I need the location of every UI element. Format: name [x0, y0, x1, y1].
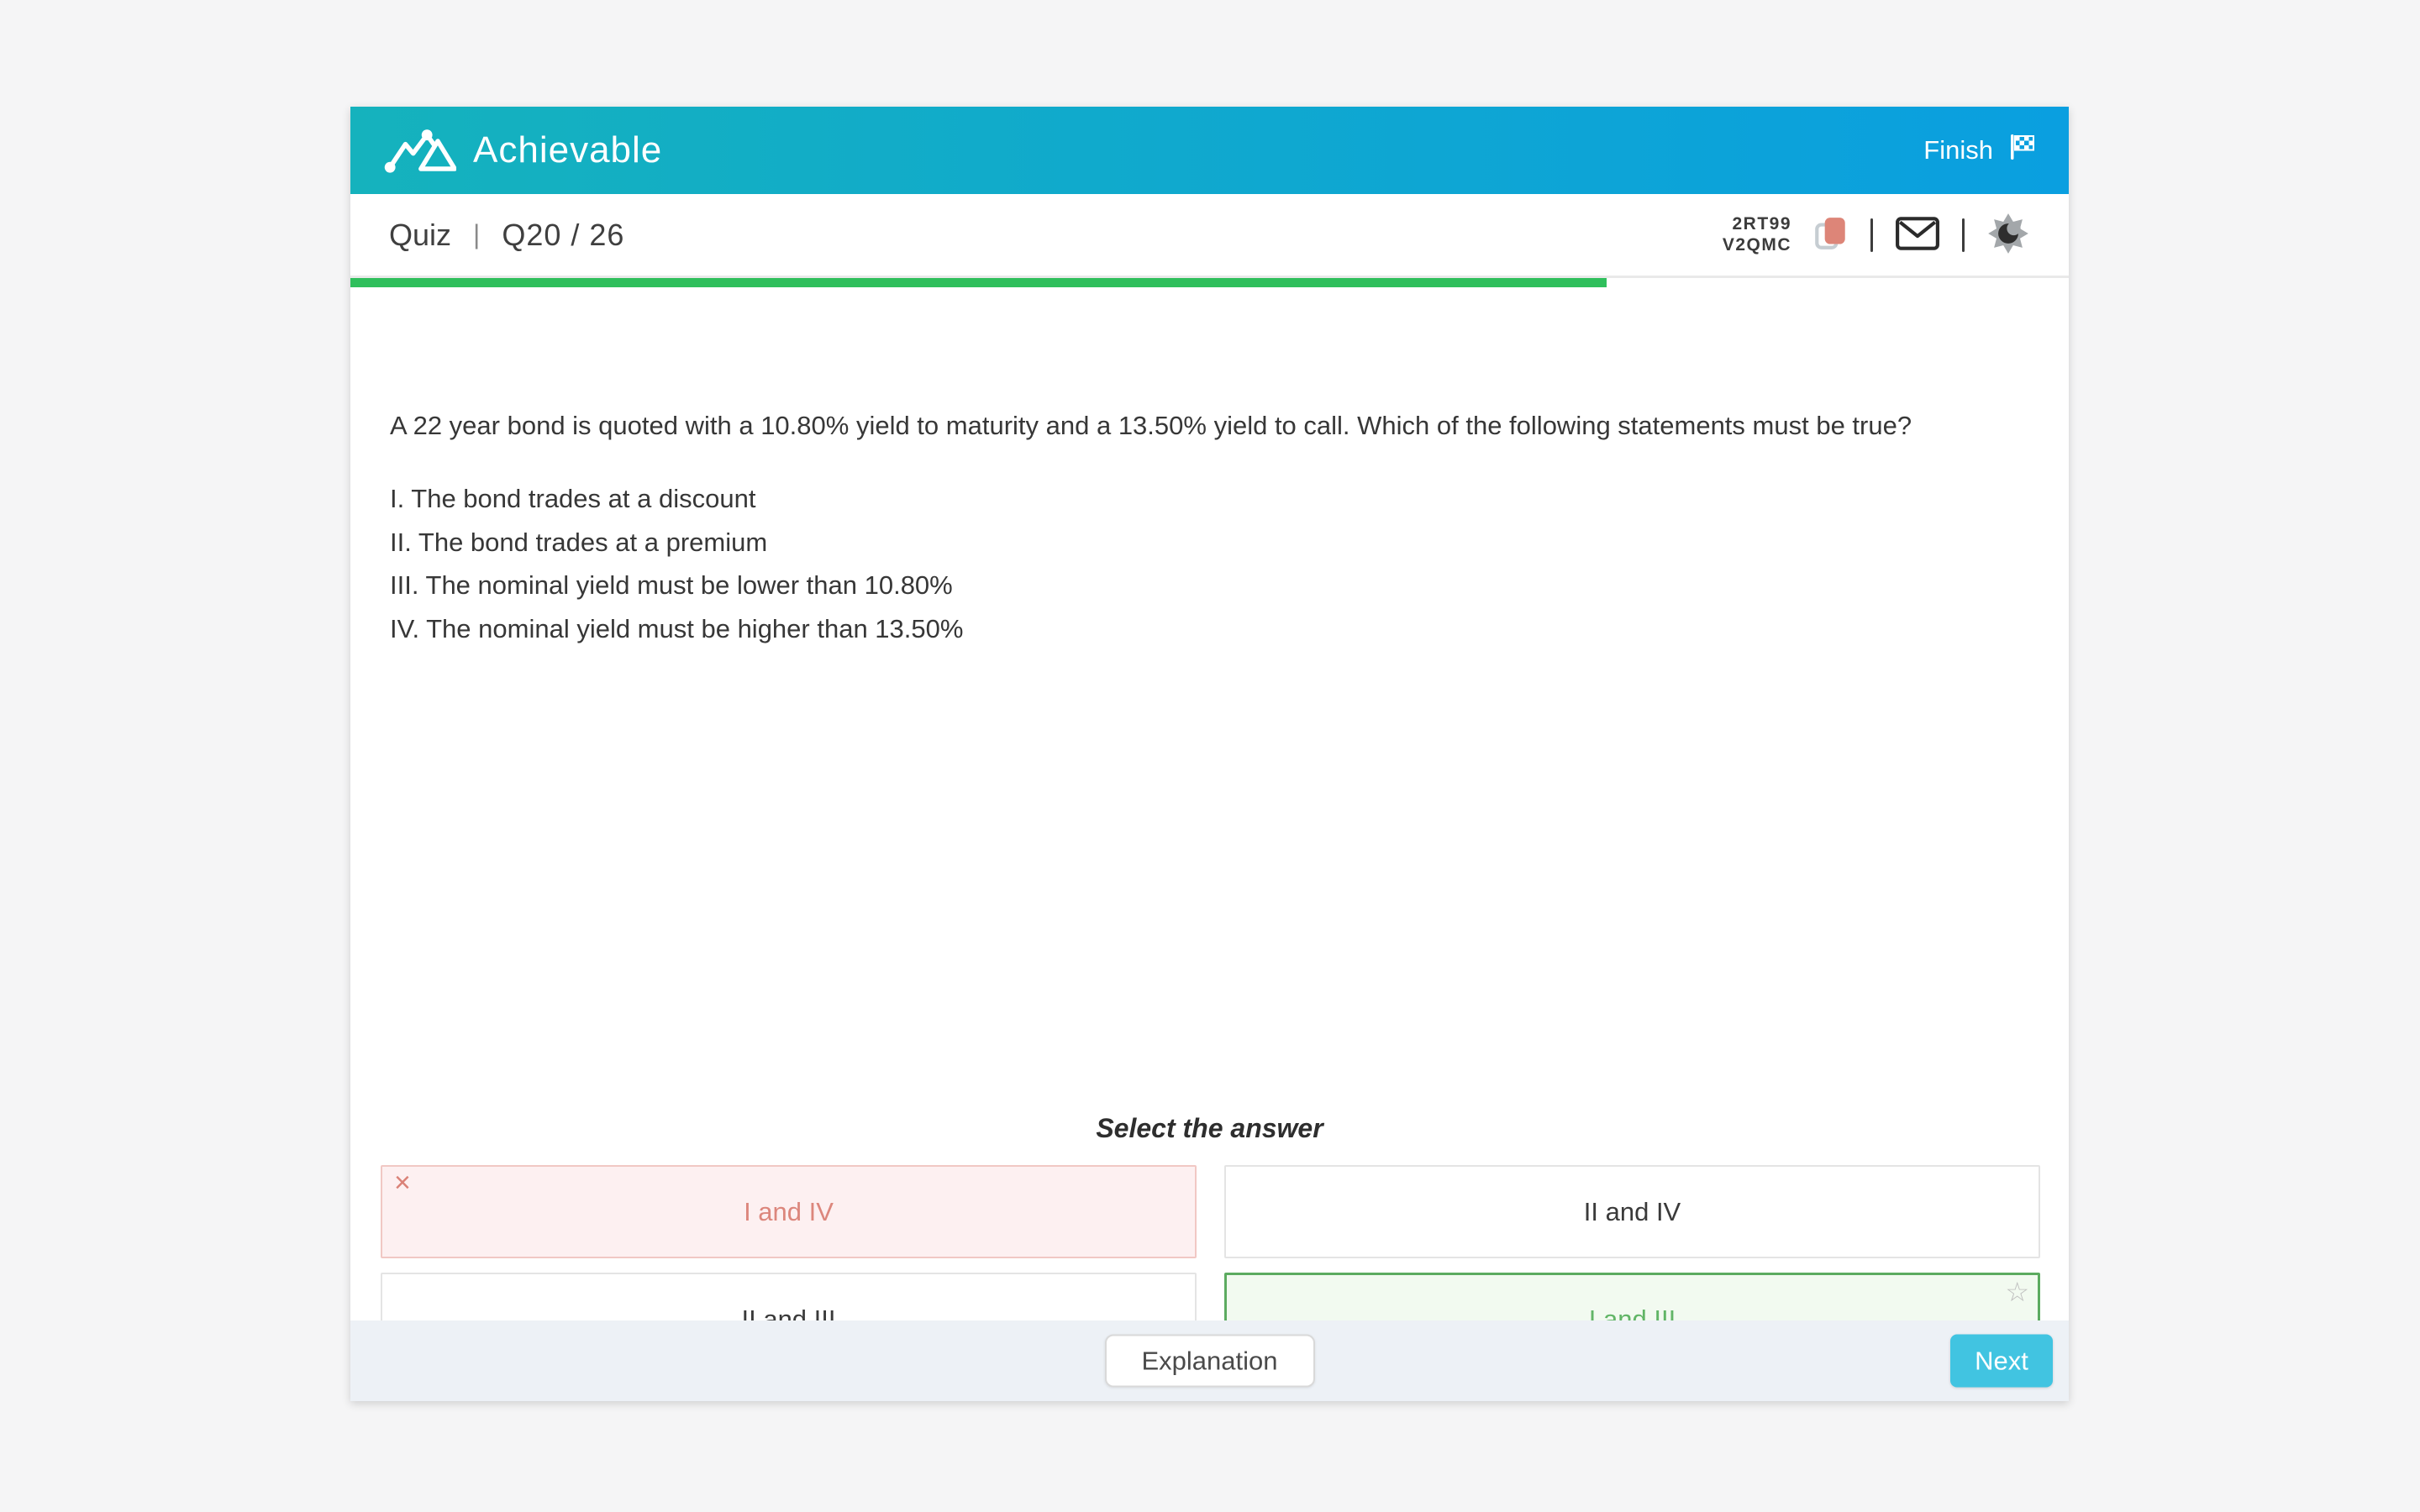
answer-option-label: II and IV [1584, 1197, 1681, 1227]
toolbar-divider [1870, 218, 1873, 252]
incorrect-x-icon: × [394, 1168, 411, 1197]
statement-list: I. The bond trades at a discount II. The… [390, 477, 2029, 650]
quiz-progress-bar [350, 278, 2069, 287]
quiz-progress-fill [350, 278, 1607, 287]
quiz-footer: Explanation Next [350, 1320, 2069, 1401]
question-counter: Q20 / 26 [502, 218, 624, 253]
mail-button[interactable] [1895, 216, 1940, 254]
session-code-line1: 2RT99 [1723, 214, 1791, 234]
question-area: A 22 year bond is quoted with a 10.80% y… [350, 287, 2069, 1330]
toolbar-separator: | [473, 219, 480, 250]
quiz-card: Achievable Finish Quiz | Q20 / 26 [350, 107, 2069, 1401]
explanation-button[interactable]: Explanation [1104, 1335, 1314, 1388]
brand-name: Achievable [473, 129, 662, 171]
session-code: 2RT99 V2QMC [1723, 214, 1791, 255]
favorite-star-icon[interactable]: ☆ [2005, 1278, 2029, 1305]
quiz-toolbar: Quiz | Q20 / 26 2RT99 V2QMC [350, 194, 2069, 278]
copy-icon [1813, 214, 1849, 255]
next-button[interactable]: Next [1950, 1335, 2053, 1388]
toolbar-actions: 2RT99 V2QMC [1723, 212, 2030, 258]
finish-button-label: Finish [1923, 135, 1993, 165]
sun-moon-icon [1986, 212, 2030, 258]
answer-option-1-incorrect[interactable]: × I and IV [381, 1165, 1197, 1258]
statement-item: II. The bond trades at a premium [390, 521, 2029, 564]
statement-item: IV. The nominal yield must be higher tha… [390, 607, 2029, 651]
toolbar-divider [1962, 218, 1965, 252]
statement-item: III. The nominal yield must be lower tha… [390, 564, 2029, 607]
answer-option-2[interactable]: II and IV [1224, 1165, 2040, 1258]
app-header: Achievable Finish [350, 107, 2069, 194]
envelope-icon [1895, 216, 1940, 254]
theme-toggle-button[interactable] [1986, 212, 2030, 258]
checkered-flag-icon [2007, 132, 2037, 169]
copy-code-button[interactable] [1813, 214, 1849, 255]
quiz-title: Quiz [389, 218, 451, 253]
mountain-chart-icon [382, 125, 456, 176]
brand[interactable]: Achievable [382, 125, 662, 176]
select-answer-prompt: Select the answer [350, 1113, 2069, 1144]
statement-item: I. The bond trades at a discount [390, 477, 2029, 521]
finish-button[interactable]: Finish [1923, 132, 2037, 169]
answer-option-label: I and IV [744, 1197, 834, 1227]
session-code-line2: V2QMC [1723, 235, 1791, 255]
question-text: A 22 year bond is quoted with a 10.80% y… [390, 407, 2029, 444]
